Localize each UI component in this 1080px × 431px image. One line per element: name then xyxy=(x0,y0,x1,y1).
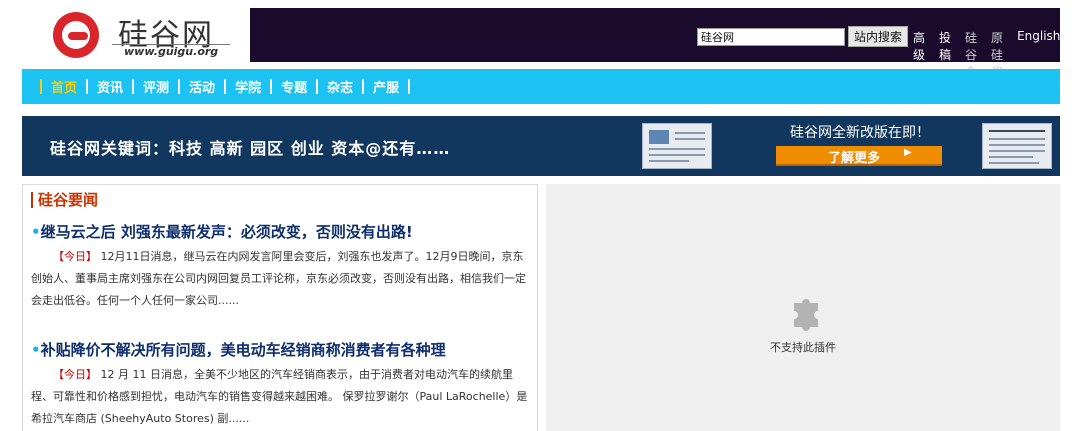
banner-newspaper-image xyxy=(982,123,1052,169)
nav-separator xyxy=(86,79,89,94)
puzzle-icon xyxy=(786,291,826,334)
site-logo[interactable]: 硅谷网 www.guigu.org xyxy=(22,8,250,62)
nav-item-magazine[interactable]: 杂志 xyxy=(327,77,353,96)
nav-separator xyxy=(178,79,181,94)
learn-more-label: 了解更多 xyxy=(828,151,881,166)
arrow-right-icon: ▶ xyxy=(904,147,912,158)
nav-separator xyxy=(362,79,365,94)
site-search-button[interactable]: 站内搜索 xyxy=(848,26,908,47)
nav-item-events[interactable]: 活动 xyxy=(189,77,215,96)
nav-separator xyxy=(270,79,273,94)
nav-separator xyxy=(316,79,319,94)
article-summary: 【今日】 12 月 11 日消息，全美不少地区的汽车经销商表示，由于消费者对电动… xyxy=(31,364,531,430)
header-bar: 站内搜索 高级搜索 投稿爆料 硅谷会 原硅奖 English xyxy=(250,8,1060,96)
banner-title: 硅谷网全新改版在即！ xyxy=(790,125,930,141)
nav-separator xyxy=(408,79,411,94)
banner-newspaper-image xyxy=(642,123,712,169)
today-tag: 【今日】 xyxy=(53,368,97,381)
site-header: 硅谷网 www.guigu.org 站内搜索 高级搜索 投稿爆料 硅谷会 原硅奖… xyxy=(22,8,1060,96)
banner-callout: 硅谷网全新改版在即！ 了解更多 ▶ xyxy=(734,122,974,166)
article-title-link[interactable]: •继马云之后 刘强东最新发声：必须改变，否则没有出路! xyxy=(31,221,531,242)
nav-item-news[interactable]: 资讯 xyxy=(97,77,123,96)
news-article: •继马云之后 刘强东最新发声：必须改变，否则没有出路! 【今日】 12月11日消… xyxy=(31,221,531,312)
learn-more-button[interactable]: 了解更多 ▶ xyxy=(776,146,942,166)
logo-url: www.guigu.org xyxy=(124,45,219,58)
section-marker xyxy=(31,191,33,208)
nav-separator xyxy=(224,79,227,94)
today-tag: 【今日】 xyxy=(53,250,97,263)
article-summary-text: 12月11日消息，继马云在内网发言阿里会变后，刘强东也发声了。12月9日晚间，京… xyxy=(31,250,526,307)
plugin-placeholder: 不支持此插件 xyxy=(546,184,1060,431)
nav-item-services[interactable]: 产服 xyxy=(373,77,399,96)
article-title-text: 继马云之后 刘强东最新发声：必须改变，否则没有出路! xyxy=(40,223,413,241)
bullet-icon: • xyxy=(31,341,41,359)
nav-item-home[interactable]: 首页 xyxy=(51,77,77,96)
plugin-unsupported-message: 不支持此插件 xyxy=(770,341,836,354)
nav-separator xyxy=(40,79,42,94)
banner-keywords: 硅谷网关键词：科技 高新 园区 创业 资本@还有…… xyxy=(50,139,451,158)
nav-item-reviews[interactable]: 评测 xyxy=(143,77,169,96)
top-news-panel: 硅谷要闻 •继马云之后 刘强东最新发声：必须改变，否则没有出路! 【今日】 12… xyxy=(22,184,538,431)
section-header: 硅谷要闻 xyxy=(31,189,98,210)
search-input[interactable] xyxy=(697,28,845,46)
nav-separator xyxy=(132,79,135,94)
nav-item-topics[interactable]: 专题 xyxy=(281,77,307,96)
article-summary-text: 12 月 11 日消息，全美不少地区的汽车经销商表示，由于消费者对电动汽车的续航… xyxy=(31,368,528,425)
promo-banner[interactable]: 硅谷网关键词：科技 高新 园区 创业 资本@还有…… 硅谷网全新改版在即！ 了解… xyxy=(22,116,1060,176)
main-nav: 首页 资讯 评测 活动 学院 专题 杂志 产服 xyxy=(22,69,1060,104)
logo-mark-icon xyxy=(53,12,99,58)
section-title: 硅谷要闻 xyxy=(38,191,99,209)
news-article: •补贴降价不解决所有问题，美电动车经销商称消费者有各种理 【今日】 12 月 1… xyxy=(31,339,531,430)
article-title-link[interactable]: •补贴降价不解决所有问题，美电动车经销商称消费者有各种理 xyxy=(31,339,531,360)
bullet-icon: • xyxy=(31,223,41,241)
article-summary: 【今日】 12月11日消息，继马云在内网发言阿里会变后，刘强东也发声了。12月9… xyxy=(31,246,531,312)
nav-item-academy[interactable]: 学院 xyxy=(235,77,261,96)
article-title-text: 补贴降价不解决所有问题，美电动车经销商称消费者有各种理 xyxy=(40,341,446,359)
